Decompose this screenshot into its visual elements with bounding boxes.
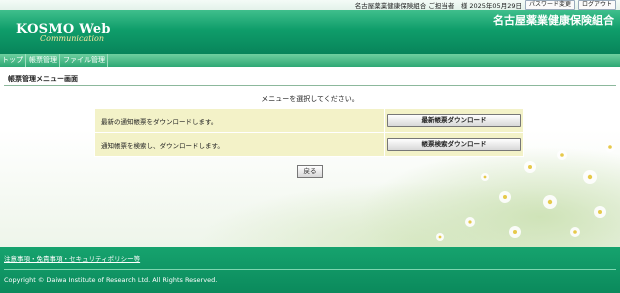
main-content: 帳票管理メニュー画面 メニューを選択してください。 最新の通知帳票をダウンロード… [0,67,620,247]
footer: 注意事項・免責事項・セキュリティポリシー等 Copyright © Daiwa … [0,247,620,293]
user-info-text: 名古屋薬業健康保険組合 ご担当者 様 2025年05月29日 [354,2,522,10]
menu-table: 最新の通知帳票をダウンロードします。 最新帳票ダウンロード 通知帳票を検索し、ダ… [94,108,524,157]
instruction-text: メニューを選択してください。 [261,95,359,103]
policy-link[interactable]: 注意事項・免責事項・セキュリティポリシー等 [4,253,140,263]
organization-name: 名古屋薬業健康保険組合 [493,14,614,27]
copyright-text: Copyright © Daiwa Institute of Research … [4,276,218,284]
tab-top[interactable]: トップ [0,54,26,67]
password-change-button[interactable]: パスワード変更 [524,0,575,10]
logo-subtitle: Communication [40,34,104,43]
title-divider [4,85,616,86]
logout-button[interactable]: ログアウト [577,0,616,10]
menu-description: 通知帳票を検索し、ダウンロードします。 [95,133,384,156]
top-utility-bar: 名古屋薬業健康保険組合 ご担当者 様 2025年05月29日 パスワード変更 ロ… [0,0,620,10]
header-banner: KOSMO Web Communication 名古屋薬業健康保険組合 [0,10,620,54]
footer-divider [4,269,616,270]
tab-report-management[interactable]: 帳票管理 [27,54,60,67]
report-search-download-button[interactable]: 帳票検索ダウンロード [387,138,521,151]
tab-file-management[interactable]: ファイル管理 [61,54,108,67]
back-button[interactable]: 戻る [297,165,323,178]
menu-description: 最新の通知帳票をダウンロードします。 [95,109,384,132]
main-nav: トップ 帳票管理 ファイル管理 [0,54,620,67]
table-row: 通知帳票を検索し、ダウンロードします。 帳票検索ダウンロード [95,133,523,156]
page-title: 帳票管理メニュー画面 [8,75,78,83]
latest-report-download-button[interactable]: 最新帳票ダウンロード [387,114,521,127]
table-row: 最新の通知帳票をダウンロードします。 最新帳票ダウンロード [95,109,523,132]
